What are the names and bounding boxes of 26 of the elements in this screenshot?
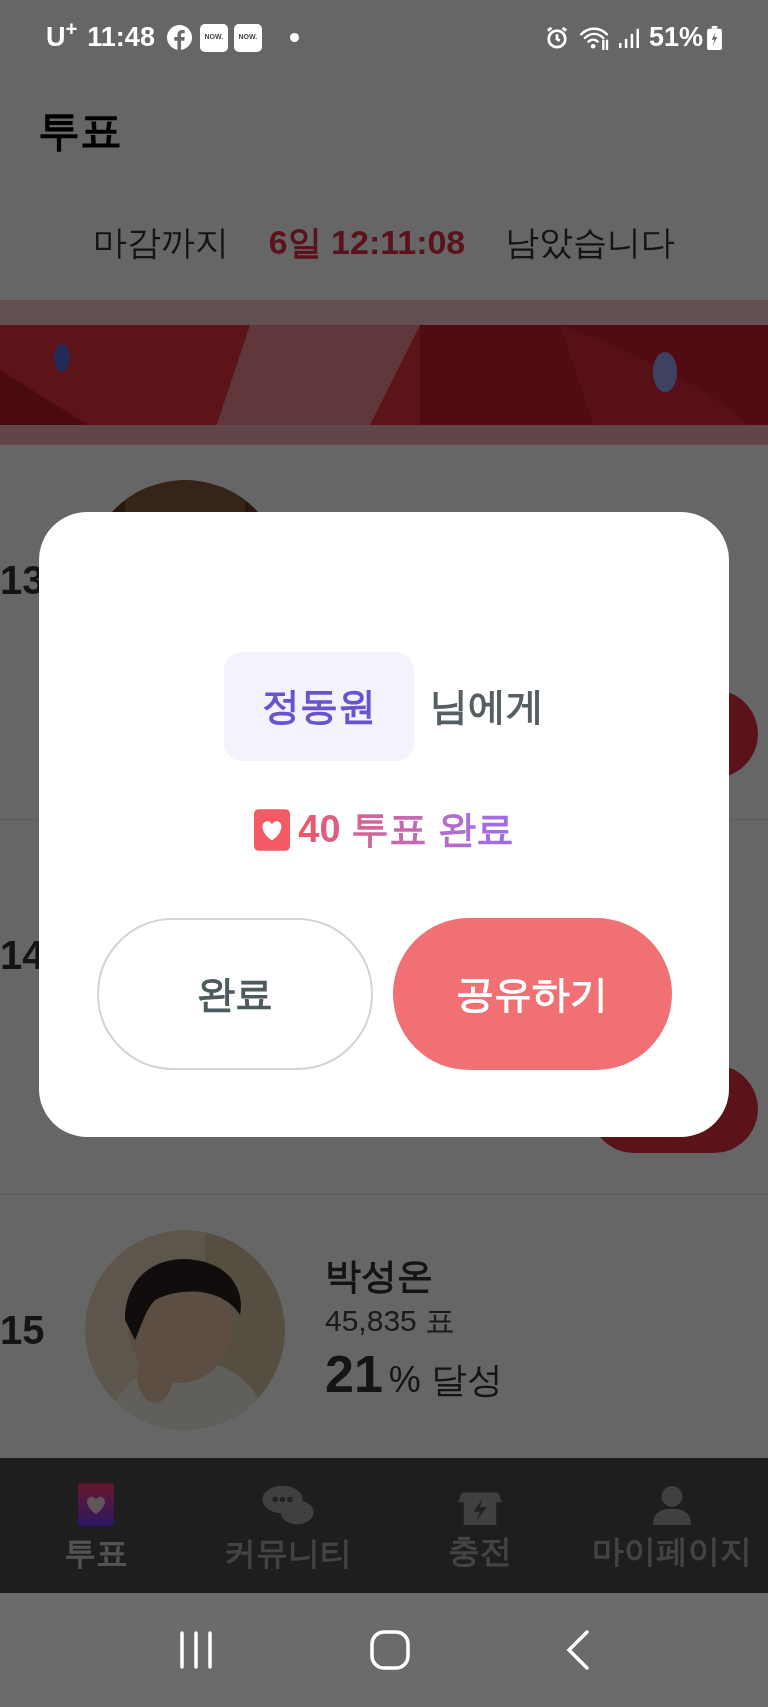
- wifi-icon: [578, 25, 611, 50]
- done-button[interactable]: 완료: [96, 918, 373, 1070]
- recipient-label: 님에게: [430, 684, 544, 729]
- share-button[interactable]: 공유하기: [392, 918, 672, 1070]
- countdown-timer: 6일 12:11:08: [268, 222, 466, 263]
- recipient-name: 정동원: [224, 652, 414, 761]
- facebook-icon: [166, 25, 192, 50]
- page-title: 투표: [38, 105, 122, 156]
- home-icon[interactable]: [370, 1630, 410, 1670]
- back-icon[interactable]: [566, 1629, 590, 1671]
- vote-count: 45,835 표: [325, 1302, 457, 1339]
- battery-percent: 51%: [648, 21, 703, 55]
- countdown-label: 마감까지: [92, 222, 229, 263]
- candidate-name: 박성온: [325, 1254, 434, 1299]
- carrier-label: U$^{+}$: [46, 17, 78, 55]
- rank-number: 15: [0, 1307, 46, 1354]
- recent-apps-icon[interactable]: [178, 1630, 214, 1670]
- alarm-icon: [544, 25, 569, 50]
- percent-label: % 달성: [388, 1357, 503, 1402]
- signal-icon: [618, 26, 639, 49]
- countdown-label: 남았습니다: [505, 222, 676, 263]
- percent-value: 21: [325, 1345, 383, 1404]
- heart-card-icon: [78, 1482, 114, 1527]
- clock-time: 11:48: [87, 21, 155, 55]
- battery-icon: [707, 25, 722, 50]
- person-icon: [653, 1484, 691, 1525]
